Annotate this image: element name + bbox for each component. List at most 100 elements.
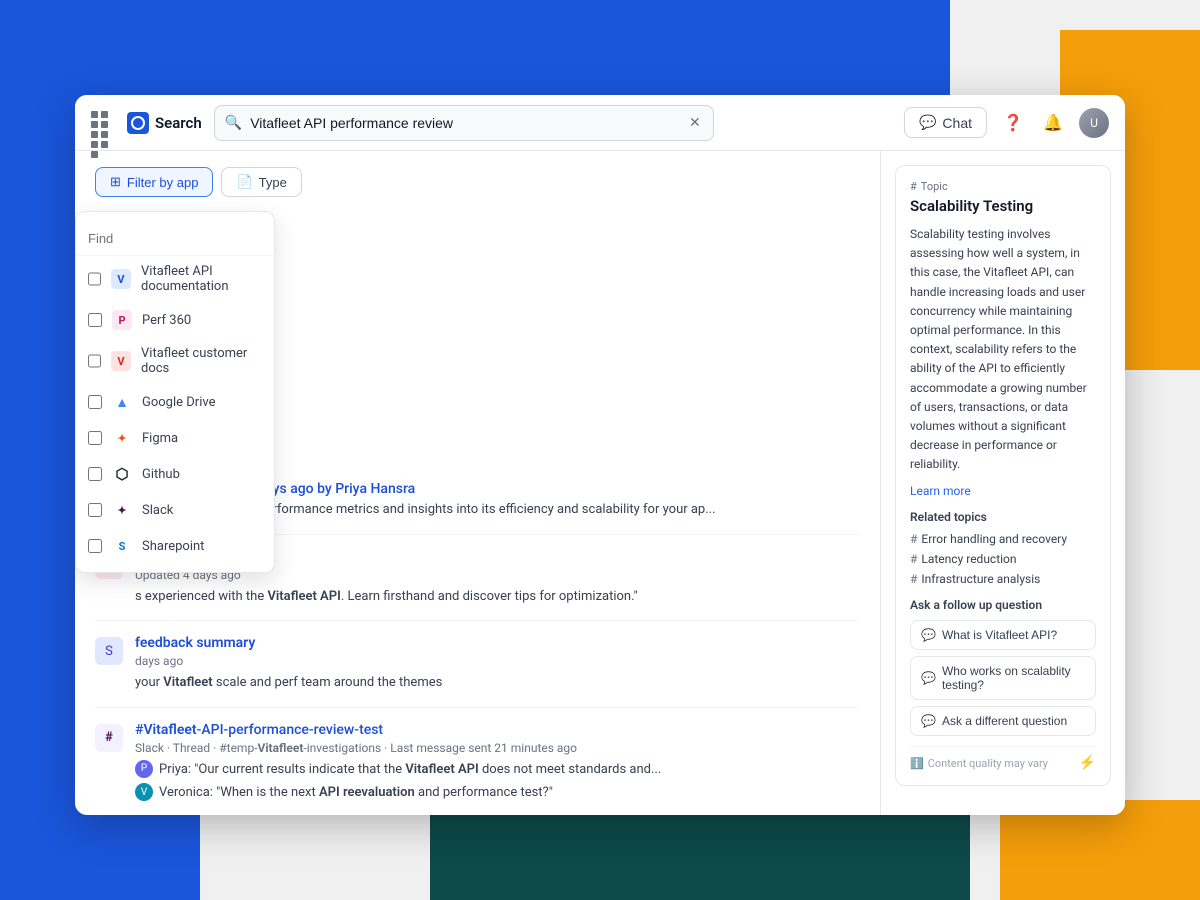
filter-item-perf360[interactable]: P Perf 360 (76, 302, 274, 338)
follow-up-label-3: Ask a different question (942, 714, 1067, 728)
related-topic-label: Latency reduction (921, 552, 1016, 566)
chat-icon: 💬 (919, 114, 936, 131)
follow-up-label-1: What is Vitafleet API? (942, 628, 1057, 642)
info-icon: ℹ️ (910, 757, 924, 770)
type-filter-button[interactable]: 📄 Type (221, 167, 301, 197)
content-quality-label: Content quality may vary (928, 757, 1048, 770)
result-icon-3: S (95, 637, 123, 665)
content-area: ⊞ Filter by app 📄 Type V Vitafleet API d… (75, 151, 1125, 815)
chat-bubble-icon: 💬 (921, 714, 936, 728)
filter-item-vitafleet-customer-docs[interactable]: V Vitafleet customer docs (76, 338, 274, 384)
related-topic-2[interactable]: # Latency reduction (910, 552, 1096, 566)
filter-checkbox-figma[interactable] (88, 431, 102, 445)
hash-icon: # (910, 180, 917, 193)
topic-body: Scalability testing involves assessing h… (910, 225, 1096, 474)
avatar-image: U (1079, 108, 1109, 138)
search-input[interactable]: Vitafleet API performance review (250, 115, 679, 131)
topic-card: # Topic Scalability Testing Scalability … (895, 165, 1111, 786)
filter-by-app-button[interactable]: ⊞ Filter by app (95, 167, 213, 197)
filter-dropdown: V Vitafleet API documentation P Perf 360… (75, 211, 275, 573)
filter-item-google-drive[interactable]: ▲ Google Drive (76, 384, 274, 420)
type-label: Type (259, 175, 287, 190)
filter-checkbox-perf360[interactable] (88, 313, 102, 327)
related-topic-3[interactable]: # Infrastructure analysis (910, 572, 1096, 586)
result-item-3[interactable]: S feedback summary days ago your Vitafle… (95, 621, 860, 708)
chat-bubble-icon: 💬 (921, 628, 936, 642)
result-icon-slack: # (95, 724, 123, 752)
logo-icon (127, 112, 149, 134)
filter-item-slack[interactable]: ✦ Slack (76, 492, 274, 528)
filter-item-label: Google Drive (142, 395, 215, 410)
filter-item-github[interactable]: ⬡ Github (76, 456, 274, 492)
ai-panel: # Topic Scalability Testing Scalability … (880, 151, 1125, 815)
bg-yellow-bottom (1000, 800, 1200, 900)
type-icon: 📄 (236, 174, 252, 190)
filter-checkbox-vitafleet[interactable] (88, 272, 101, 286)
hash-icon: # (910, 532, 917, 546)
filter-checkbox-github[interactable] (88, 467, 102, 481)
result-snippet-3: your Vitafleet scale and perf team aroun… (135, 673, 860, 693)
result-snippet-2: s experienced with the Vitafleet API. Le… (135, 587, 860, 607)
help-icon[interactable]: ❓ (999, 109, 1027, 137)
hash-icon: # (910, 572, 917, 586)
filter-item-vitafleet-api-docs[interactable]: V Vitafleet API documentation (76, 256, 274, 302)
follow-up-label-2: Who works on scalablity testing? (942, 664, 1085, 692)
filter-item-label: Vitafleet customer docs (141, 346, 262, 376)
filter-grid-icon: ⊞ (110, 174, 121, 190)
filter-item-label: Perf 360 (142, 313, 191, 328)
filter-checkbox-vitafleet-docs[interactable] (88, 354, 101, 368)
gdrive-icon: ▲ (112, 392, 132, 412)
result-link-3[interactable]: feedback summary (135, 635, 255, 651)
filter-checkbox-slack[interactable] (88, 503, 102, 517)
filter-item-label: Github (142, 467, 180, 482)
avatar[interactable]: U (1079, 108, 1109, 138)
follow-up-btn-2[interactable]: 💬 Who works on scalablity testing? (910, 656, 1096, 700)
slack-icon: ✦ (112, 500, 132, 520)
filter-checkbox-gdrive[interactable] (88, 395, 102, 409)
logo: Search (127, 112, 202, 134)
result-title-slack: #Vitafleet-API-performance-review-test (135, 722, 860, 738)
bg-teal-bottom (430, 800, 970, 900)
notifications-icon[interactable]: 🔔 (1039, 109, 1067, 137)
grid-icon[interactable] (91, 111, 115, 135)
slack-message-1: P Priya: "Our current results indicate t… (135, 760, 860, 780)
topic-title: Scalability Testing (910, 197, 1096, 215)
filter-item-figma[interactable]: ✦ Figma (76, 420, 274, 456)
chat-bubble-icon: 💬 (921, 671, 936, 685)
header: Search 🔍 Vitafleet API performance revie… (75, 95, 1125, 151)
filter-item-sharepoint[interactable]: S Sharepoint (76, 528, 274, 564)
dropdown-search (76, 220, 274, 256)
filter-item-label: Vitafleet API documentation (141, 264, 262, 294)
filter-item-label: Slack (142, 503, 173, 518)
chat-label: Chat (942, 115, 972, 131)
perf360-icon: P (112, 310, 132, 330)
follow-up-btn-3[interactable]: 💬 Ask a different question (910, 706, 1096, 736)
content-quality-notice: ℹ️ Content quality may vary ⚡ (910, 746, 1096, 771)
search-icon: 🔍 (225, 115, 242, 131)
follow-up-btn-1[interactable]: 💬 What is Vitafleet API? (910, 620, 1096, 650)
result-title-3: feedback summary (135, 635, 860, 651)
filter-item-label: Sharepoint (142, 539, 204, 554)
main-window: Search 🔍 Vitafleet API performance revie… (75, 95, 1125, 815)
figma-icon: ✦ (112, 428, 132, 448)
result-meta-3: days ago (135, 654, 860, 668)
header-right: 💬 Chat ❓ 🔔 U (904, 107, 1109, 138)
github-icon: ⬡ (112, 464, 132, 484)
filter-item-label: Figma (142, 431, 178, 446)
results-panel: ⊞ Filter by app 📄 Type V Vitafleet API d… (75, 151, 880, 815)
hash-icon: # (910, 552, 917, 566)
learn-more-link[interactable]: Learn more (910, 484, 1096, 498)
search-label: Search (155, 114, 202, 132)
dropdown-find-input[interactable] (88, 231, 262, 246)
sharepoint-icon: S (112, 536, 132, 556)
vitafleet-customer-docs-icon: V (111, 351, 131, 371)
result-link-slack[interactable]: #Vitafleet-API-performance-review-test (135, 722, 383, 738)
related-topic-label: Infrastructure analysis (921, 572, 1040, 586)
vitafleet-api-docs-icon: V (111, 269, 131, 289)
clear-search-icon[interactable]: ✕ (687, 113, 703, 133)
filter-checkbox-sharepoint[interactable] (88, 539, 102, 553)
related-topic-1[interactable]: # Error handling and recovery (910, 532, 1096, 546)
filter-by-app-label: Filter by app (127, 175, 199, 190)
result-item-slack-thread[interactable]: # #Vitafleet-API-performance-review-test… (95, 708, 860, 816)
chat-button[interactable]: 💬 Chat (904, 107, 987, 138)
